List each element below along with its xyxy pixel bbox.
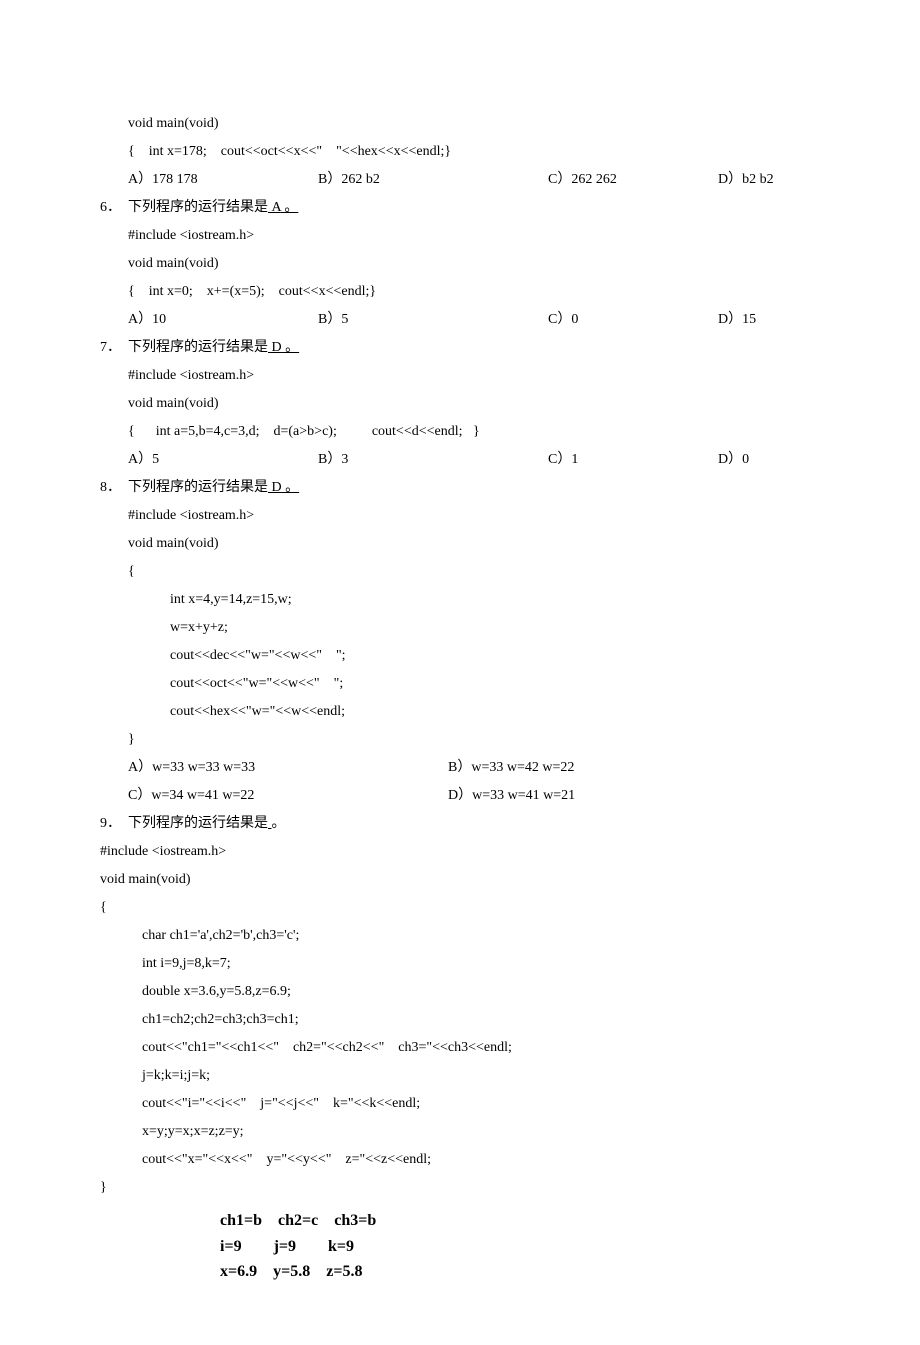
q5-code-line: { int x=178; cout<<oct<<x<<" "<<hex<<x<<… [100,138,820,166]
q9-answer-line2: i=9 j=9 k=9 [220,1234,820,1260]
q7-stem: 7． 下列程序的运行结果是 D 。 [100,334,820,362]
q6-stem-text: 下列程序的运行结果是 A 。 [128,194,298,222]
q9-stem-text: 下列程序的运行结果是 。 [128,810,286,838]
q9-code-line: char ch1='a',ch2='b',ch3='c'; [100,922,820,950]
q8-code-line: } [100,726,820,754]
q8-option-d: D）w=33 w=41 w=21 [448,782,575,810]
q9-stem: 9． 下列程序的运行结果是 。 [100,810,820,838]
q9-answer-line1: ch1=b ch2=c ch3=b [220,1208,820,1234]
q9-code-line: j=k;k=i;j=k; [100,1062,820,1090]
q6-option-c: C）0 [548,306,718,334]
q9-code-line: void main(void) [100,866,820,894]
q9-code-line: ch1=ch2;ch2=ch3;ch3=ch1; [100,1006,820,1034]
q7-number: 7． [100,334,128,362]
q7-options: A）5 B）3 C）1 D）0 [100,446,820,474]
q6-answer-blank: A [268,200,281,215]
q8-code-line: { [100,558,820,586]
q8-code-line: w=x+y+z; [100,614,820,642]
q8-number: 8． [100,474,128,502]
q6-options: A）10 B）5 C）0 D）15 [100,306,820,334]
q8-code-line: cout<<dec<<"w="<<w<<" "; [100,642,820,670]
q8-option-b: B）w=33 w=42 w=22 [448,754,574,782]
q8-stem: 8． 下列程序的运行结果是 D 。 [100,474,820,502]
q6-code-line: #include <iostream.h> [100,222,820,250]
q5-options: A）178 178 B）262 b2 C）262 262 D）b2 b2 [100,166,820,194]
q8-option-a: A）w=33 w=33 w=33 [128,754,448,782]
q7-answer-blank: D [268,340,282,355]
q5-option-d: D）b2 b2 [718,166,774,194]
q6-option-d: D）15 [718,306,756,334]
q5-option-a: A）178 178 [128,166,318,194]
q9-code-line: #include <iostream.h> [100,838,820,866]
q8-code-line: #include <iostream.h> [100,502,820,530]
q6-stem: 6． 下列程序的运行结果是 A 。 [100,194,820,222]
q7-stem-text: 下列程序的运行结果是 D 。 [128,334,299,362]
q5-code-line: void main(void) [100,110,820,138]
q9-answer-line3: x=6.9 y=5.8 z=5.8 [220,1259,820,1285]
q9-code-line: cout<<"ch1="<<ch1<<" ch2="<<ch2<<" ch3="… [100,1034,820,1062]
q8-options-row2: C）w=34 w=41 w=22 D）w=33 w=41 w=21 [100,782,820,810]
q7-option-b: B）3 [318,446,548,474]
q7-option-d: D）0 [718,446,749,474]
q7-option-a: A）5 [128,446,318,474]
q8-code-line: int x=4,y=14,z=15,w; [100,586,820,614]
q8-answer-blank: D [268,480,282,495]
q7-option-c: C）1 [548,446,718,474]
q6-option-a: A）10 [128,306,318,334]
q9-code-line: cout<<"x="<<x<<" y="<<y<<" z="<<z<<endl; [100,1146,820,1174]
q8-stem-text: 下列程序的运行结果是 D 。 [128,474,299,502]
q9-code-line: double x=3.6,y=5.8,z=6.9; [100,978,820,1006]
q5-option-b: B）262 b2 [318,166,548,194]
q5-option-c: C）262 262 [548,166,718,194]
q9-code-line: x=y;y=x;x=z;z=y; [100,1118,820,1146]
q6-option-b: B）5 [318,306,548,334]
q6-number: 6． [100,194,128,222]
q7-code-line: { int a=5,b=4,c=3,d; d=(a>b>c); cout<<d<… [100,418,820,446]
q8-options-row1: A）w=33 w=33 w=33 B）w=33 w=42 w=22 [100,754,820,782]
q7-code-line: void main(void) [100,390,820,418]
q9-answer-block: ch1=b ch2=c ch3=b i=9 j=9 k=9 x=6.9 y=5.… [100,1208,820,1285]
q6-code-line: { int x=0; x+=(x=5); cout<<x<<endl;} [100,278,820,306]
q9-code-line: { [100,894,820,922]
q9-number: 9． [100,810,128,838]
q9-code-line: } [100,1174,820,1202]
q8-code-line: cout<<hex<<"w="<<w<<endl; [100,698,820,726]
q9-code-line: cout<<"i="<<i<<" j="<<j<<" k="<<k<<endl; [100,1090,820,1118]
q6-code-line: void main(void) [100,250,820,278]
q7-code-line: #include <iostream.h> [100,362,820,390]
q9-code-line: int i=9,j=8,k=7; [100,950,820,978]
q8-code-line: void main(void) [100,530,820,558]
q8-option-c: C）w=34 w=41 w=22 [128,782,448,810]
q8-code-line: cout<<oct<<"w="<<w<<" "; [100,670,820,698]
